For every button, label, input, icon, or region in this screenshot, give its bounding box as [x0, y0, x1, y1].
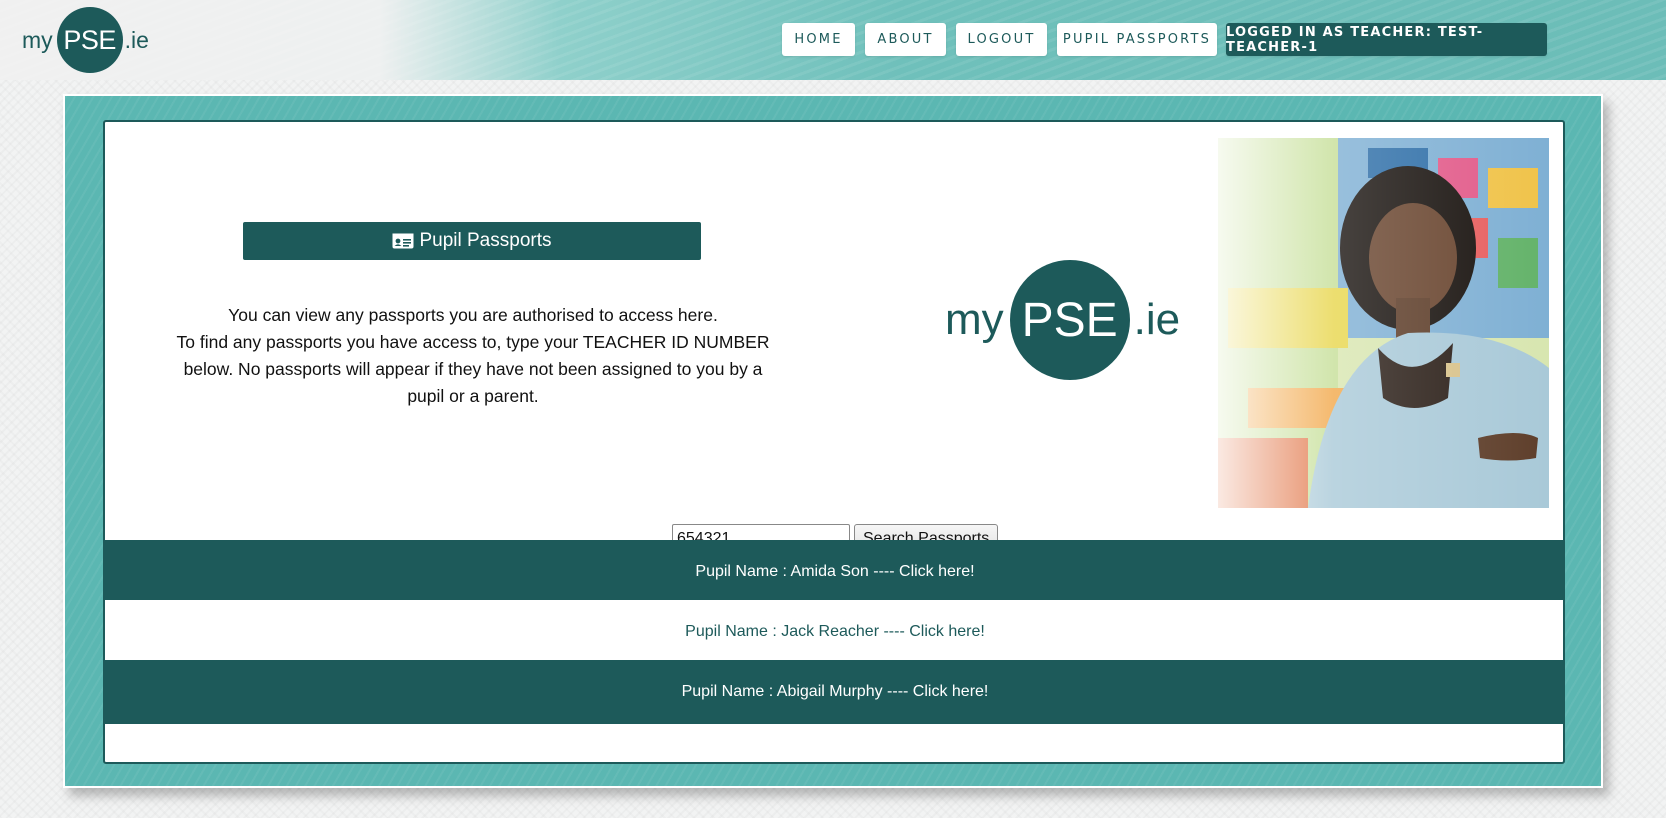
mypse-logo: my PSE .ie	[945, 260, 1180, 380]
logo-circle: PSE	[56, 7, 123, 73]
pupil-link-amida-son[interactable]: Pupil Name : Amida Son ---- Click here!	[695, 563, 974, 581]
nav-pupil-passports-button[interactable]: PUPIL PASSPORTS	[1057, 23, 1217, 56]
logo-suffix: .ie	[124, 26, 149, 53]
result-row[interactable]: Pupil Name : Amida Son ---- Click here!	[105, 540, 1563, 604]
logged-in-user-badge[interactable]: LOGGED IN AS TEACHER: TEST-TEACHER-1	[1226, 23, 1547, 56]
result-row[interactable]: Pupil Name : Abigail Murphy ---- Click h…	[105, 660, 1563, 724]
site-header: my PSE .ie HOME ABOUT LOGOUT PUPIL PASSP…	[0, 0, 1666, 80]
pupil-link-jack-reacher[interactable]: Pupil Name : Jack Reacher ---- Click her…	[685, 623, 985, 641]
logo-prefix: my	[22, 26, 53, 53]
teacher-photo	[1218, 138, 1549, 508]
logo-suffix: .ie	[1133, 295, 1181, 344]
nav-home-button[interactable]: HOME	[782, 23, 855, 56]
instructions-text: You can view any passports you are autho…	[155, 302, 791, 410]
nav-about-button[interactable]: ABOUT	[865, 23, 946, 56]
instructions-line: pupil or a parent.	[407, 386, 539, 406]
teacher-photo-illustration	[1218, 138, 1549, 508]
result-row[interactable]: Pupil Name : Jack Reacher ---- Click her…	[105, 600, 1563, 664]
instructions-line: To find any passports you have access to…	[176, 332, 770, 352]
banner-label: Pupil Passports	[419, 230, 552, 251]
nav-logout-button[interactable]: LOGOUT	[956, 23, 1047, 56]
site-logo[interactable]: my PSE .ie	[22, 7, 149, 73]
passports-card: Pupil Passports You can view any passpor…	[103, 120, 1565, 764]
instructions-line: You can view any passports you are autho…	[228, 305, 718, 325]
pupil-link-abigail-murphy[interactable]: Pupil Name : Abigail Murphy ---- Click h…	[682, 683, 989, 701]
logo-prefix: my	[945, 295, 1004, 344]
logo-circle: PSE	[1009, 260, 1130, 380]
pupil-passports-banner: Pupil Passports	[243, 222, 701, 260]
instructions-line: below. No passports will appear if they …	[183, 359, 763, 379]
id-card-icon	[392, 233, 414, 249]
